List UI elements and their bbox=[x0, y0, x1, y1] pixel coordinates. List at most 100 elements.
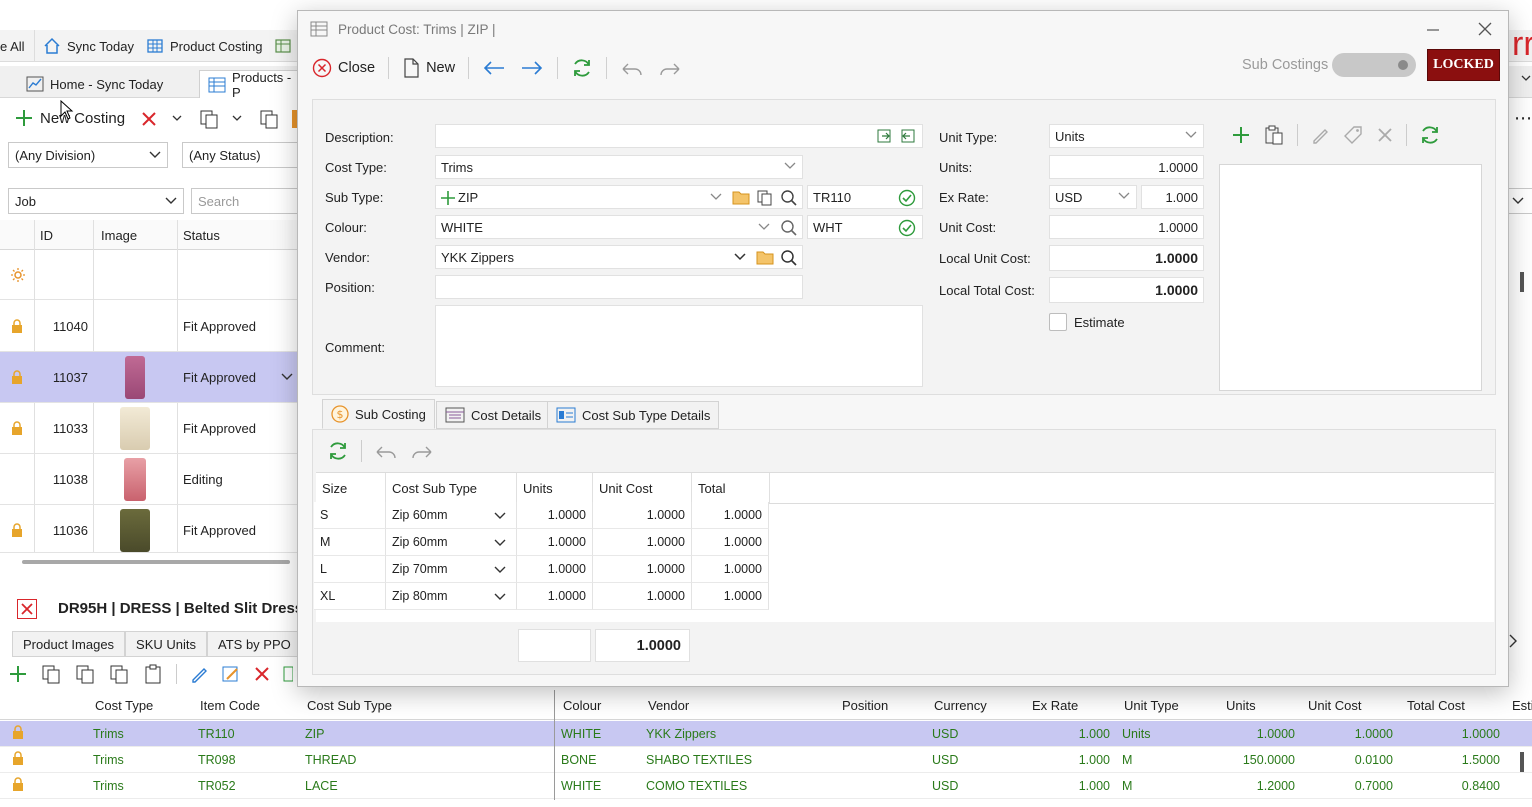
paste-icon[interactable] bbox=[142, 663, 164, 685]
colour-code-field[interactable]: WHT bbox=[807, 215, 923, 239]
redo-icon[interactable] bbox=[410, 442, 434, 460]
sub-grid-cell[interactable]: XL bbox=[314, 583, 386, 610]
unit-type-select[interactable]: Units bbox=[1049, 124, 1204, 148]
sub-grid-cell[interactable]: 1.0000 bbox=[692, 556, 769, 583]
position-field[interactable] bbox=[435, 275, 803, 299]
undo-icon[interactable] bbox=[374, 442, 398, 460]
cost-type-select[interactable]: Trims bbox=[435, 155, 803, 179]
right-dropdown[interactable] bbox=[1505, 188, 1532, 214]
plus-icon[interactable] bbox=[1231, 125, 1251, 145]
sub-grid-cell[interactable]: 1.0000 bbox=[593, 529, 692, 556]
colour-select[interactable]: WHITE bbox=[435, 215, 803, 239]
close-product-button[interactable] bbox=[17, 599, 37, 619]
next-button[interactable] bbox=[516, 54, 548, 82]
redo-button[interactable] bbox=[654, 54, 686, 82]
table-row[interactable]: 11037 Fit Approved bbox=[0, 352, 300, 403]
search-icon[interactable] bbox=[780, 189, 798, 207]
table-row[interactable]: 11033 Fit Approved bbox=[0, 403, 300, 454]
sub-grid-cell[interactable]: 1.0000 bbox=[517, 583, 593, 610]
currency-select[interactable]: USD bbox=[1049, 185, 1137, 209]
sub-grid-cell[interactable]: 1.0000 bbox=[517, 529, 593, 556]
comment-textarea[interactable] bbox=[435, 305, 923, 387]
sub-grid-cell[interactable]: 1.0000 bbox=[517, 556, 593, 583]
status-filter[interactable]: (Any Status) bbox=[182, 142, 302, 168]
import-icon[interactable] bbox=[876, 128, 892, 144]
sync-today-button[interactable]: Sync Today bbox=[34, 30, 134, 62]
plus-icon[interactable] bbox=[440, 190, 456, 206]
chevron-down-icon[interactable] bbox=[172, 114, 182, 122]
edit-multiple-icon[interactable] bbox=[221, 664, 241, 684]
sub-grid-cell[interactable]: M bbox=[314, 529, 386, 556]
chevron-down-icon[interactable] bbox=[232, 114, 242, 122]
sub-type-select[interactable]: Zip 80mm bbox=[386, 583, 517, 610]
delete-icon[interactable] bbox=[253, 665, 271, 683]
export-icon[interactable] bbox=[283, 664, 293, 684]
ex-rate-field[interactable]: 1.000 bbox=[1141, 185, 1204, 209]
undo-button[interactable] bbox=[616, 54, 648, 82]
sub-type-select[interactable]: Zip 70mm bbox=[386, 556, 517, 583]
units-field[interactable]: 1.0000 bbox=[1049, 155, 1204, 179]
division-filter[interactable]: (Any Division) bbox=[8, 142, 168, 168]
sub-grid-cell[interactable]: L bbox=[314, 556, 386, 583]
table-row[interactable]: 11038 Editing bbox=[0, 454, 300, 505]
sub-type-select[interactable]: Zip 60mm bbox=[386, 502, 517, 529]
copy-icon[interactable] bbox=[40, 663, 62, 685]
chevron-down-icon[interactable] bbox=[281, 373, 293, 381]
copy-list-icon[interactable] bbox=[74, 663, 96, 685]
sub-grid-cell[interactable]: 1.0000 bbox=[593, 583, 692, 610]
table-row[interactable]: 11040 Fit Approved bbox=[0, 301, 300, 352]
sub-grid-cell[interactable]: 1.0000 bbox=[692, 529, 769, 556]
sub-costings-toggle[interactable] bbox=[1332, 53, 1416, 77]
horizontal-scrollbar[interactable] bbox=[22, 560, 290, 564]
refresh-icon[interactable] bbox=[1419, 124, 1441, 146]
sub-grid-cell[interactable]: 1.0000 bbox=[692, 502, 769, 529]
chevron-down-icon[interactable] bbox=[1521, 74, 1531, 82]
close-button[interactable]: Close bbox=[308, 54, 379, 82]
grid-view-icon[interactable] bbox=[274, 30, 292, 62]
paste-icon[interactable] bbox=[1263, 124, 1285, 146]
sub-grid-cell[interactable]: S bbox=[314, 502, 386, 529]
refresh-button[interactable] bbox=[567, 54, 597, 82]
sub-grid-cell[interactable]: 1.0000 bbox=[692, 583, 769, 610]
copy-icon[interactable] bbox=[198, 108, 220, 130]
sub-grid-cell[interactable]: 1.0000 bbox=[517, 502, 593, 529]
tab-sku-units[interactable]: SKU Units bbox=[125, 631, 208, 657]
sub-type-select[interactable]: ZIP bbox=[435, 185, 803, 209]
vendor-select[interactable]: YKK Zippers bbox=[435, 245, 803, 269]
plus-icon[interactable] bbox=[8, 664, 28, 684]
pencil-icon[interactable] bbox=[1310, 125, 1330, 145]
search-icon[interactable] bbox=[780, 249, 798, 267]
tab-sub-costing[interactable]: $ Sub Costing bbox=[322, 399, 435, 429]
delete-icon[interactable] bbox=[140, 110, 158, 128]
sub-type-select[interactable]: Zip 60mm bbox=[386, 529, 517, 556]
table-row[interactable]: 11036 Fit Approved bbox=[0, 505, 300, 553]
tab-products[interactable]: Products - P bbox=[199, 70, 309, 100]
vertical-scrollbar[interactable] bbox=[1520, 272, 1524, 292]
minimize-button[interactable] bbox=[1426, 23, 1440, 37]
tab-cost-sub-type-details[interactable]: Cost Sub Type Details bbox=[547, 401, 720, 429]
tab-ats-by-ppo[interactable]: ATS by PPO bbox=[207, 631, 302, 657]
description-field[interactable] bbox=[435, 124, 923, 148]
partial-toolbar-item[interactable]: e All bbox=[0, 30, 25, 62]
new-row[interactable] bbox=[0, 250, 300, 300]
export-icon[interactable] bbox=[900, 128, 916, 144]
duplicate-icon[interactable] bbox=[108, 663, 130, 685]
window-close-button[interactable] bbox=[1477, 21, 1493, 37]
tab-home-sync-today[interactable]: Home - Sync Today bbox=[18, 70, 171, 98]
copy-icon[interactable] bbox=[756, 189, 774, 207]
folder-icon[interactable] bbox=[732, 189, 750, 205]
duplicate-icon[interactable] bbox=[258, 108, 280, 130]
search-input[interactable]: Search bbox=[191, 188, 301, 214]
pencil-icon[interactable] bbox=[189, 664, 209, 684]
delete-icon[interactable] bbox=[1376, 126, 1394, 144]
table-row[interactable]: Trims TR052 LACE WHITE COMO TEXTILES USD… bbox=[0, 773, 1532, 799]
chevron-right-icon[interactable] bbox=[1508, 634, 1518, 648]
sub-grid-cell[interactable]: 1.0000 bbox=[593, 556, 692, 583]
refresh-icon[interactable] bbox=[327, 440, 349, 462]
table-row[interactable]: Trims TR098 THREAD BONE SHABO TEXTILES U… bbox=[0, 747, 1532, 773]
estimate-checkbox[interactable] bbox=[1049, 313, 1067, 331]
tab-product-images[interactable]: Product Images bbox=[12, 631, 126, 657]
new-button[interactable]: New bbox=[398, 54, 459, 82]
unit-cost-field[interactable]: 1.0000 bbox=[1049, 215, 1204, 239]
vertical-scrollbar[interactable] bbox=[1520, 752, 1524, 772]
